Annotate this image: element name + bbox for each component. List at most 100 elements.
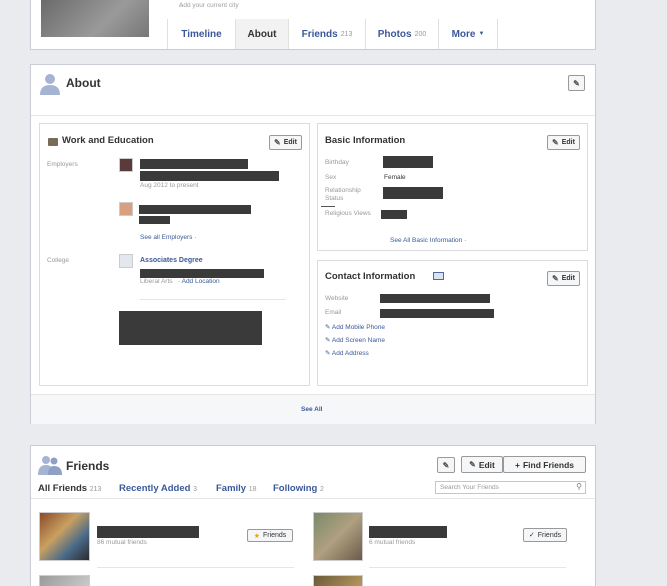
add-mobile-phone-link[interactable]: ✎ Add Mobile Phone bbox=[325, 323, 385, 331]
find-friends-button[interactable]: + Find Friends bbox=[503, 456, 586, 473]
add-mobile-label: Add Mobile Phone bbox=[331, 324, 386, 331]
tab-timeline-label: Timeline bbox=[181, 28, 222, 40]
add-screen-name-link[interactable]: ✎ Add Screen Name bbox=[325, 336, 385, 344]
friend-mutual-count: 86 mutual friends bbox=[97, 539, 147, 546]
tab-photos-count: 200 bbox=[414, 30, 427, 38]
star-icon: ★ bbox=[253, 532, 260, 540]
work-edit-label: Edit bbox=[283, 139, 297, 146]
tab-about-label: About bbox=[247, 28, 277, 40]
work-edit-button[interactable]: ✎ Edit bbox=[269, 135, 302, 150]
tab-friends-count: 213 bbox=[340, 30, 353, 38]
work-extra-redacted bbox=[119, 311, 262, 345]
work-education-title: Work and Education bbox=[62, 135, 154, 146]
employer-2-position-redacted bbox=[139, 216, 170, 224]
contact-edit-button[interactable]: ✎ Edit bbox=[547, 271, 580, 286]
college-placeholder-icon[interactable] bbox=[119, 254, 133, 268]
basic-edit-label: Edit bbox=[561, 139, 575, 146]
friend-status-label: Friends bbox=[262, 532, 287, 539]
college-degree-link[interactable]: Associates Degree bbox=[140, 257, 203, 264]
friends-tab-family[interactable]: Family 18 bbox=[216, 483, 257, 494]
employer-logo[interactable] bbox=[119, 158, 133, 172]
about-card: About ✎ Work and Education ✎ Edit Employe… bbox=[30, 64, 596, 424]
pencil-icon: ✎ bbox=[325, 324, 332, 331]
relationship-redacted bbox=[383, 187, 443, 199]
birthday-redacted bbox=[383, 156, 433, 168]
friends-title: Friends bbox=[66, 459, 110, 473]
cover-photo-thumbnail[interactable] bbox=[41, 0, 149, 37]
pencil-icon: ✎ bbox=[442, 460, 450, 470]
add-city-link[interactable]: Add your current city bbox=[179, 2, 239, 9]
friends-tab-family-count: 18 bbox=[248, 486, 257, 493]
tab-friends[interactable]: Friends 213 bbox=[288, 19, 365, 49]
person-icon bbox=[40, 74, 60, 95]
tab-timeline[interactable]: Timeline bbox=[167, 19, 235, 49]
college-name-redacted bbox=[140, 269, 264, 278]
friends-edit-label: Edit bbox=[478, 459, 495, 470]
website-label: Website bbox=[325, 295, 349, 302]
friend-name-redacted bbox=[369, 526, 447, 538]
about-header-divider bbox=[31, 115, 595, 116]
find-friends-label: Find Friends bbox=[522, 459, 574, 470]
friend-avatar[interactable] bbox=[313, 575, 363, 586]
religious-label: Religious Views bbox=[325, 210, 371, 217]
tab-about[interactable]: About bbox=[235, 19, 288, 49]
basic-information-section: Basic Information ✎ Edit Birthday Sex Fem… bbox=[317, 123, 588, 251]
contact-information-section: Contact Information ✎ Edit Website Email … bbox=[317, 260, 588, 386]
employer-logo-2[interactable] bbox=[119, 202, 133, 216]
search-input-placeholder: Search Your Friends bbox=[440, 484, 499, 491]
friends-tab-recent-count: 3 bbox=[193, 486, 197, 493]
friends-tab-recently-added[interactable]: Recently Added 3 bbox=[119, 483, 197, 494]
search-icon: ⚲ bbox=[576, 482, 582, 491]
add-location-link[interactable]: · Add Location bbox=[178, 278, 220, 285]
friends-tabs-divider bbox=[31, 498, 595, 499]
friend-avatar[interactable] bbox=[313, 512, 363, 561]
friends-icon bbox=[38, 456, 62, 475]
tab-more[interactable]: More ▼ bbox=[438, 19, 498, 49]
friends-tab-all-label: All Friends bbox=[38, 483, 88, 494]
check-icon: ✓ bbox=[528, 532, 535, 539]
tab-photos[interactable]: Photos 200 bbox=[365, 19, 438, 49]
friend-row-divider bbox=[369, 567, 566, 568]
website-redacted bbox=[380, 294, 490, 303]
pencil-icon: ✎ bbox=[469, 460, 476, 469]
friends-pencil-button[interactable]: ✎ bbox=[437, 457, 455, 473]
friends-tab-recent-label: Recently Added bbox=[119, 483, 191, 494]
friend-name-redacted bbox=[97, 526, 199, 538]
employer-position-redacted bbox=[140, 171, 279, 181]
basic-edit-button[interactable]: ✎ Edit bbox=[547, 135, 580, 150]
tab-friends-label: Friends bbox=[301, 28, 338, 40]
friend-status-button[interactable]: ✓ Friends bbox=[523, 528, 567, 542]
employers-label: Employers bbox=[47, 161, 78, 168]
friend-avatar[interactable] bbox=[39, 575, 90, 586]
see-all-basic-info-link[interactable]: See All Basic Information · bbox=[390, 237, 466, 244]
briefcase-icon bbox=[48, 138, 58, 146]
friend-mutual-count: 6 mutual friends bbox=[369, 539, 416, 546]
friend-avatar[interactable] bbox=[39, 512, 90, 561]
friends-tab-following[interactable]: Following 2 bbox=[273, 483, 324, 494]
employer-2-name-redacted bbox=[139, 205, 251, 214]
friends-tab-family-label: Family bbox=[216, 483, 247, 494]
sex-value: Female bbox=[384, 174, 406, 181]
pencil-icon: ✎ bbox=[552, 138, 559, 147]
about-edit-button[interactable]: ✎ bbox=[568, 75, 585, 91]
work-divider bbox=[140, 299, 286, 300]
add-address-link[interactable]: ✎ Add Address bbox=[325, 349, 369, 357]
employer-dates: Aug 2012 to present bbox=[140, 182, 199, 189]
friends-search-input[interactable]: Search Your Friends ⚲ bbox=[435, 481, 586, 494]
contact-edit-label: Edit bbox=[561, 275, 575, 282]
add-address-label: Add Address bbox=[331, 350, 369, 357]
relationship-label-line1: Relationship bbox=[325, 187, 361, 194]
relationship-underline bbox=[321, 206, 335, 207]
contact-card-icon bbox=[433, 272, 444, 280]
about-see-all-link[interactable]: See All bbox=[301, 406, 322, 413]
employer-name-redacted bbox=[140, 159, 248, 169]
plus-icon: + bbox=[515, 459, 520, 470]
tab-more-label: More bbox=[451, 28, 476, 40]
friends-tab-following-count: 2 bbox=[319, 486, 324, 493]
friend-status-button[interactable]: ★ Friends bbox=[247, 529, 293, 542]
pencil-icon: ✎ bbox=[274, 138, 281, 147]
pencil-icon: ✎ bbox=[552, 274, 559, 283]
see-all-employers-link[interactable]: See all Employers · bbox=[140, 234, 196, 241]
friends-tab-all[interactable]: All Friends 213 bbox=[38, 483, 101, 494]
friends-edit-button[interactable]: ✎ Edit bbox=[461, 456, 503, 473]
